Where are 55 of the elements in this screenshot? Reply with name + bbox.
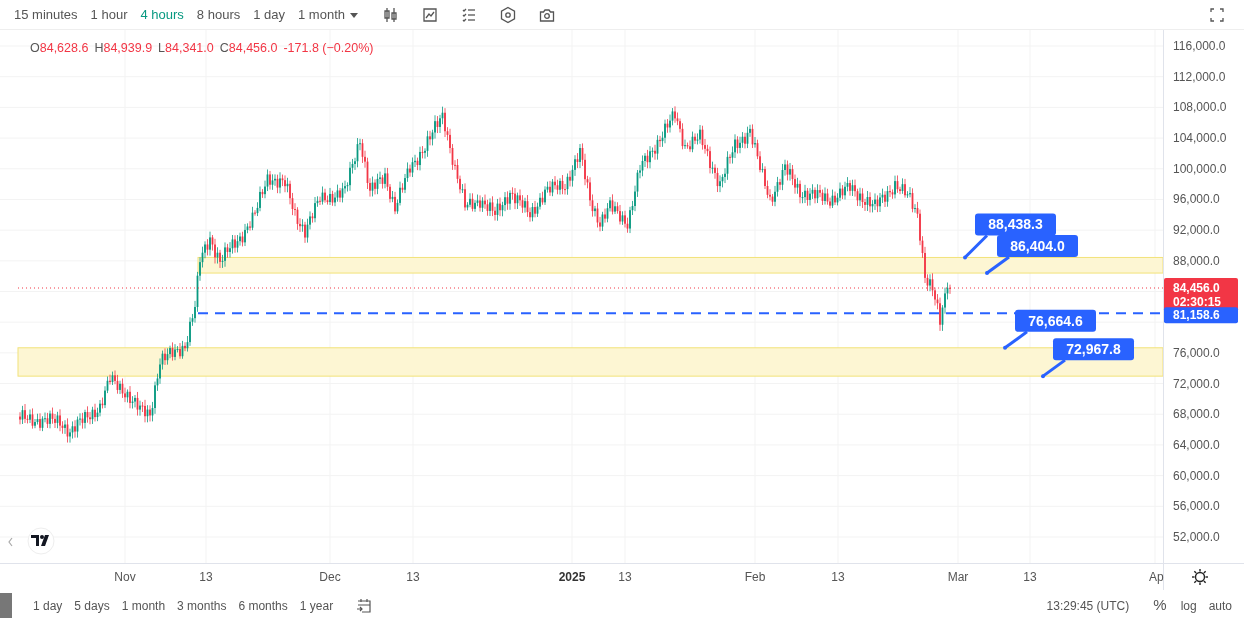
- fullscreen-icon[interactable]: [1208, 5, 1226, 24]
- price-tick: 100,000.0: [1173, 161, 1227, 176]
- interval-tab[interactable]: 8 hours: [196, 4, 241, 25]
- scale-button[interactable]: %: [1147, 594, 1173, 617]
- price-tick: 108,000.0: [1173, 100, 1227, 115]
- settings-icon[interactable]: [499, 5, 517, 24]
- range-button[interactable]: 1 year: [293, 596, 340, 615]
- caret-icon[interactable]: [349, 11, 359, 20]
- time-tick: 13: [831, 570, 845, 584]
- interval-tab[interactable]: 4 hours: [140, 4, 184, 25]
- price-tick: 68,000.0: [1173, 407, 1220, 422]
- time-tick: 13: [199, 570, 213, 584]
- price-tick: 64,000.0: [1173, 437, 1220, 452]
- range-button[interactable]: 1 month: [115, 596, 172, 615]
- logo-icon[interactable]: [27, 527, 55, 555]
- price-tick: 52,000.0: [1173, 530, 1220, 544]
- calendar-icon[interactable]: [355, 596, 374, 615]
- price-tick: 56,000.0: [1173, 499, 1220, 514]
- price-tick: 72,000.0: [1173, 376, 1220, 391]
- last-price-tag: 84,456.0 02:30:15: [1164, 278, 1238, 311]
- settings-icon[interactable]: [1191, 568, 1209, 586]
- line-price-tag: 81,158.6: [1164, 307, 1238, 324]
- price-tick: 60,000.0: [1173, 468, 1220, 483]
- interval-tab[interactable]: 1 month: [298, 4, 359, 25]
- price-tick: 112,000.0: [1173, 69, 1226, 84]
- scale-button[interactable]: log: [1174, 596, 1203, 615]
- time-tick: 2025: [558, 570, 586, 584]
- clock-text: 13:29:45 (UTC): [1046, 597, 1130, 615]
- time-tick: Nov: [114, 570, 136, 584]
- range-button[interactable]: 6 months: [232, 596, 294, 615]
- time-tick: 13: [618, 570, 632, 584]
- price-tick: 104,000.0: [1173, 131, 1227, 146]
- price-tick: 96,000.0: [1173, 192, 1220, 207]
- interval-tab[interactable]: 1 hour: [90, 4, 128, 25]
- time-tick: Ap: [1149, 570, 1164, 584]
- time-tick: 13: [406, 570, 420, 584]
- ohlc-legend: O84,628.6 H84,939.9 L84,341.0 C84,456.0 -171.8 (−0.20%): [30, 41, 374, 55]
- candles-icon[interactable]: [382, 5, 400, 24]
- price-tick: 92,000.0: [1173, 223, 1220, 238]
- range-button[interactable]: 5 days: [68, 596, 116, 615]
- interval-tab[interactable]: 1 day: [253, 4, 286, 25]
- time-tick: 13: [1023, 570, 1037, 584]
- price-label: 86,404.0: [985, 235, 1078, 276]
- interval-tab[interactable]: 15 minutes: [14, 4, 78, 25]
- time-tick: Mar: [947, 570, 969, 584]
- price-tick: 116,000.0: [1173, 39, 1226, 53]
- scale-button[interactable]: auto: [1202, 596, 1238, 615]
- price-tick: 76,000.0: [1173, 345, 1220, 360]
- scrollbar-thumb[interactable]: [0, 593, 12, 618]
- range-button[interactable]: 3 months: [171, 596, 233, 615]
- range-button[interactable]: 1 day: [27, 596, 69, 615]
- time-tick: Dec: [319, 570, 341, 584]
- price-tick: 88,000.0: [1173, 253, 1220, 268]
- time-tick: Feb: [744, 570, 766, 584]
- indicator-chart-icon[interactable]: [421, 5, 439, 24]
